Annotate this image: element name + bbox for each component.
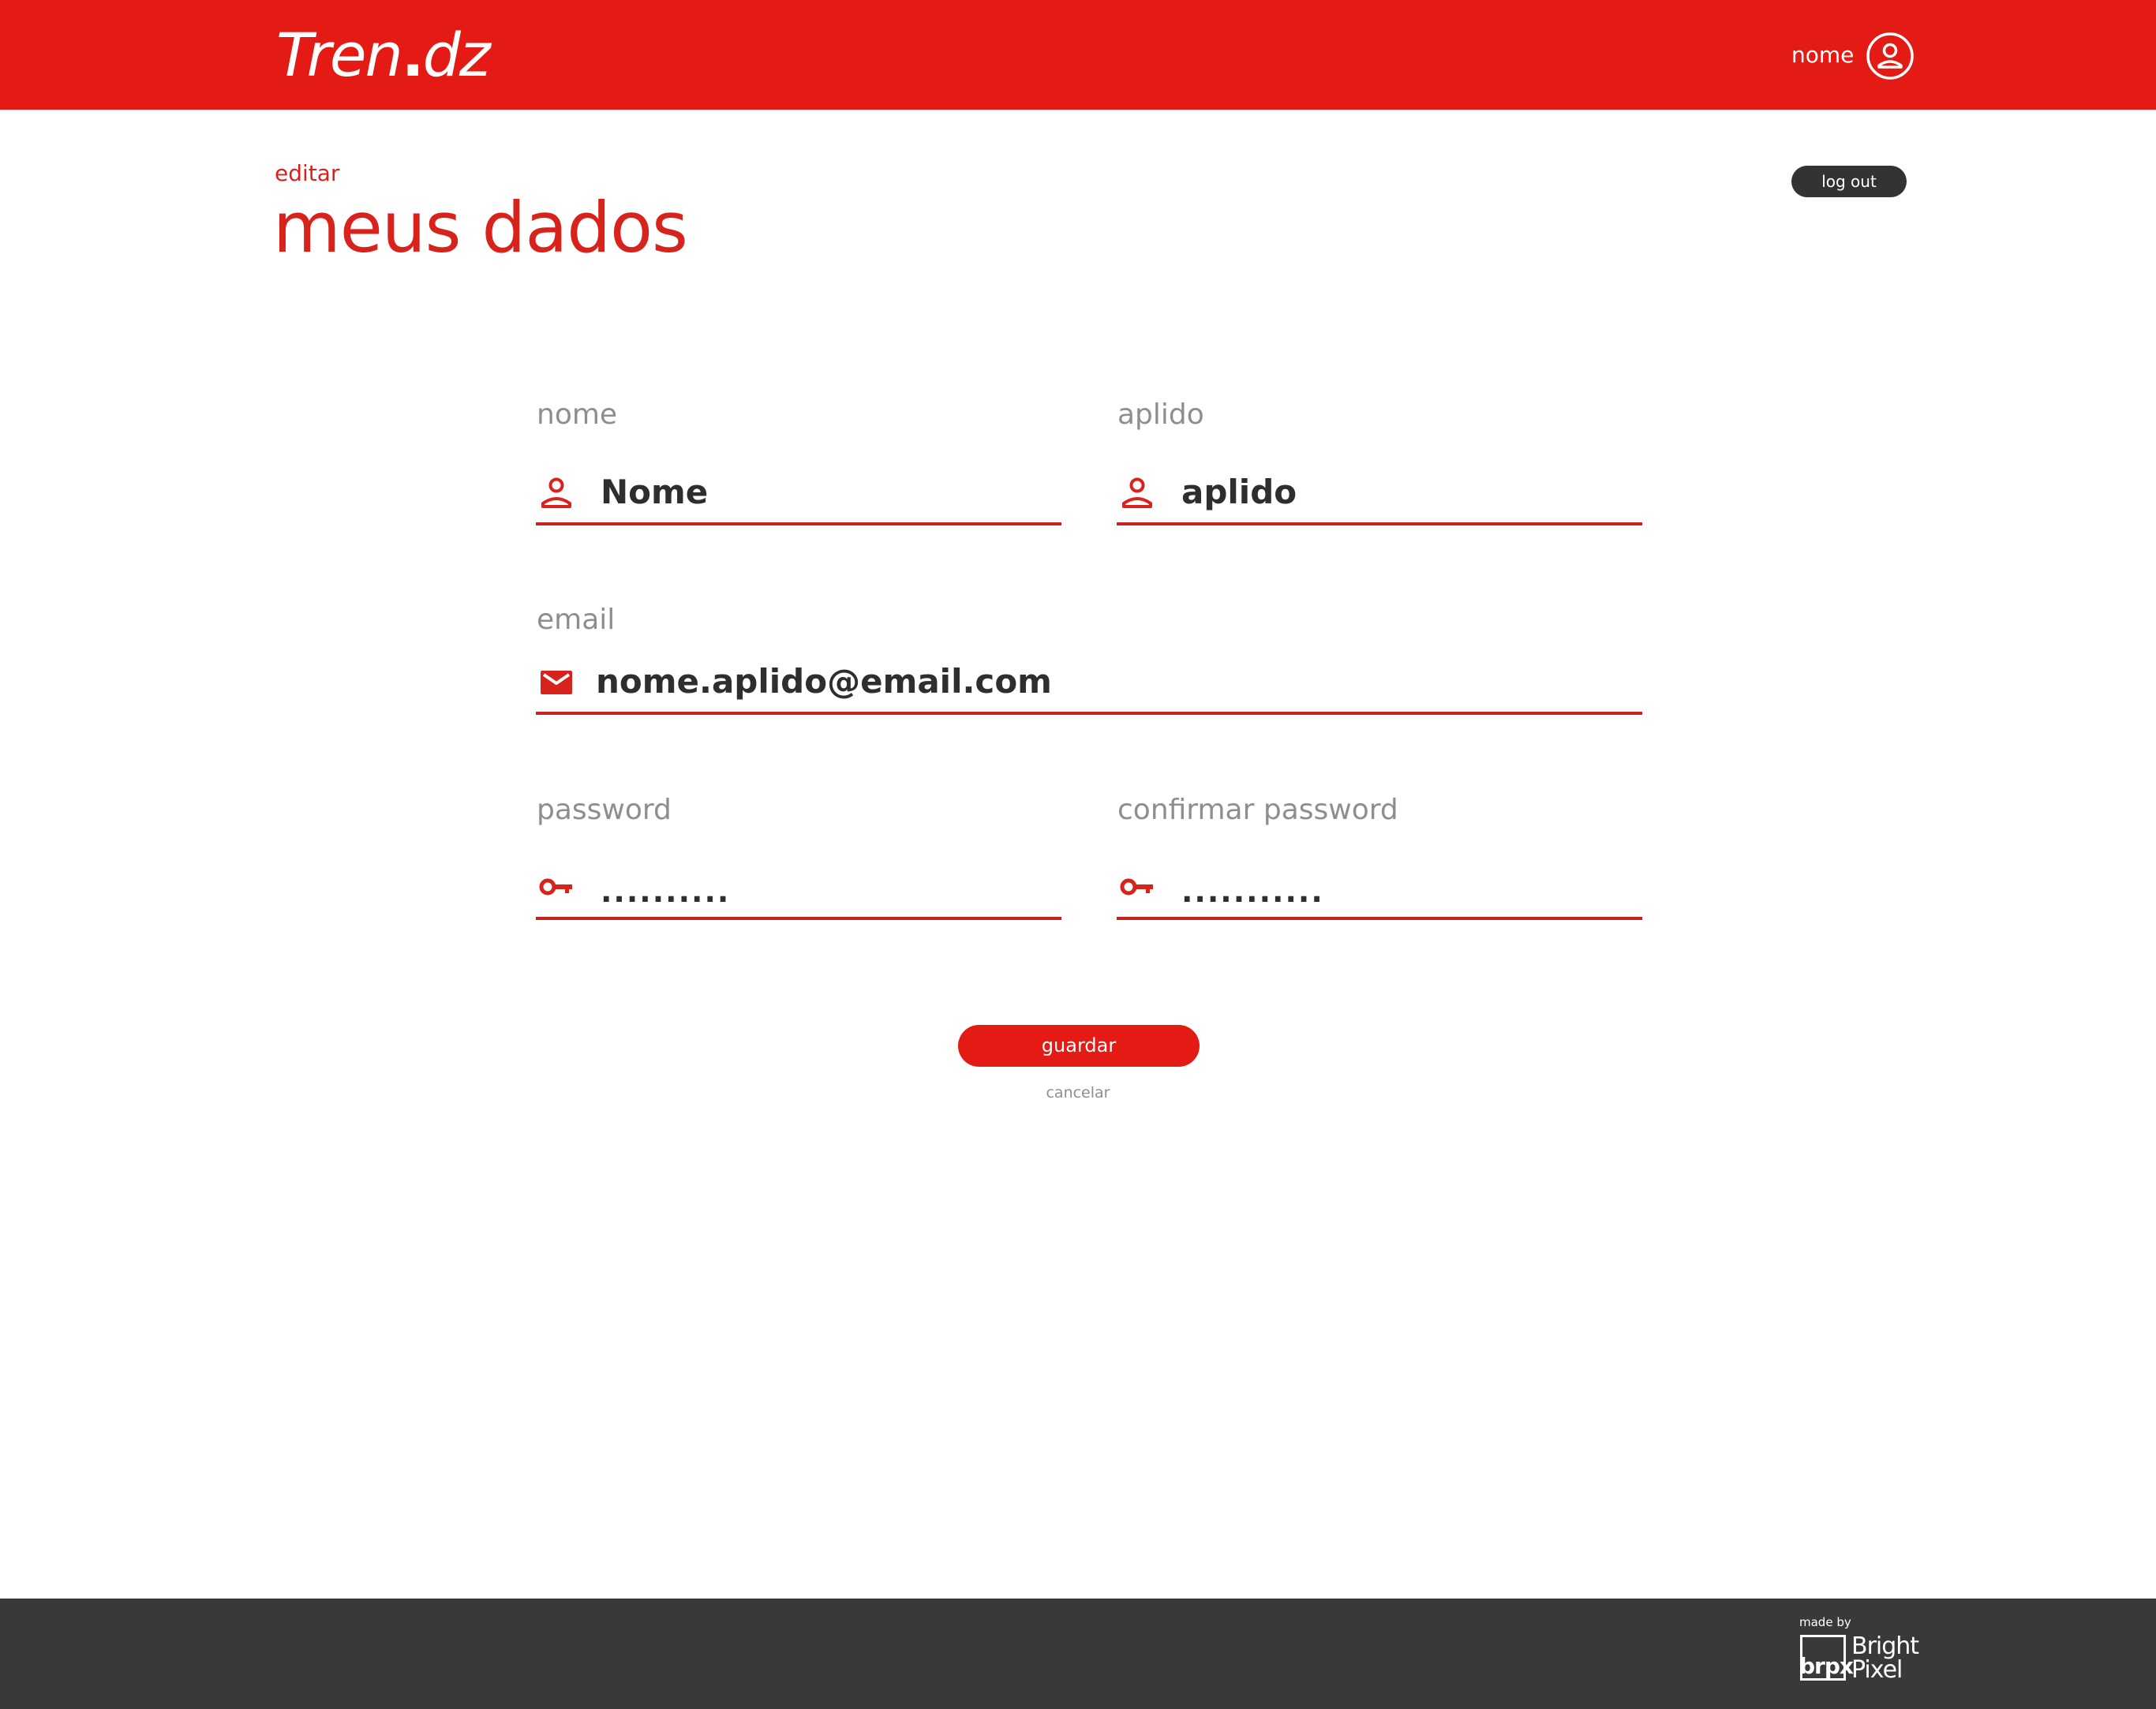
logo-dot: . (401, 20, 425, 90)
brand-line1: Bright (1851, 1632, 1919, 1660)
user-avatar-icon[interactable] (1866, 32, 1915, 80)
key-icon (539, 878, 572, 896)
person-icon (1122, 477, 1152, 508)
brand-line2: Pixel (1851, 1656, 1903, 1684)
nome-field[interactable]: Nome (536, 466, 1061, 525)
app-logo[interactable]: Tren.dz (276, 16, 491, 95)
confirm-password-label: confirmar password (1117, 794, 1398, 826)
email-field[interactable]: nome.aplido@email.com (536, 655, 1642, 715)
save-button[interactable]: guardar (958, 1025, 1200, 1067)
brand-short: brpx (1799, 1653, 1854, 1679)
key-icon (1120, 878, 1153, 896)
confirm-password-field[interactable]: ........... (1117, 860, 1642, 920)
password-value: .......... (601, 874, 731, 909)
password-label: password (537, 794, 672, 826)
password-field[interactable]: .......... (536, 860, 1061, 920)
logo-tail: dz (422, 20, 491, 90)
page-title: meus dados (273, 187, 688, 268)
aplido-field[interactable]: aplido (1117, 466, 1642, 525)
aplido-label: aplido (1117, 398, 1204, 431)
mail-icon (541, 671, 572, 694)
nome-value: Nome (601, 473, 709, 511)
aplido-value: aplido (1181, 473, 1297, 511)
header-user-name[interactable]: nome (1791, 39, 1854, 71)
confirm-password-value: ........... (1181, 874, 1324, 909)
email-label: email (537, 604, 616, 636)
page-eyebrow: editar (275, 160, 340, 186)
brand-name[interactable]: Bright Pixel (1851, 1632, 1919, 1684)
logo-text: Tren (276, 20, 403, 90)
logout-button[interactable]: log out (1791, 166, 1907, 197)
nome-label: nome (537, 398, 618, 431)
person-icon (541, 477, 571, 508)
top-bar: Tren.dz nome (0, 0, 2156, 110)
cancel-link[interactable]: cancelar (1001, 1083, 1155, 1103)
made-by-text: made by (1799, 1615, 1851, 1629)
email-value: nome.aplido@email.com (596, 662, 1052, 701)
